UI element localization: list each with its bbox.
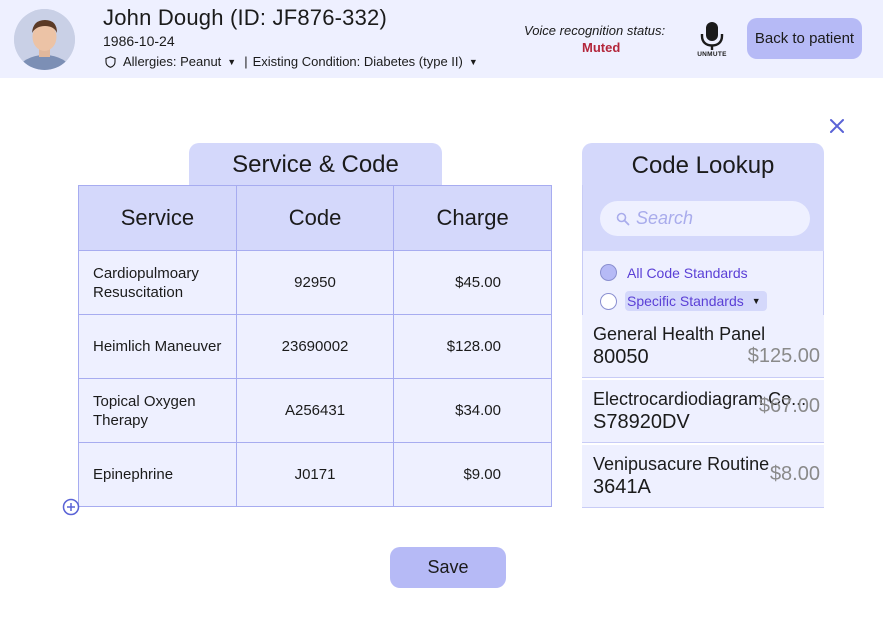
column-header-service: Service xyxy=(78,185,237,251)
shield-icon xyxy=(105,55,116,68)
patient-name: John Dough (ID: JF876-332) xyxy=(103,5,388,30)
back-to-patient-button[interactable]: Back to patient xyxy=(747,18,862,59)
result-code: 80050 xyxy=(593,346,649,368)
patient-header: John Dough (ID: JF876-332) 1986-10-24 Al… xyxy=(0,0,883,78)
code-lookup-title: Code Lookup xyxy=(582,143,824,186)
search-placeholder: Search xyxy=(636,208,694,228)
save-button[interactable]: Save xyxy=(390,547,506,588)
add-row-icon[interactable] xyxy=(62,498,80,516)
chevron-down-icon[interactable]: ▼ xyxy=(752,296,761,306)
voice-status-value: Muted xyxy=(582,40,621,55)
lookup-result[interactable]: Electrocardiodiagram Co... S78920DV $67.… xyxy=(582,380,824,443)
voice-status-label: Voice recognition status: xyxy=(524,23,666,38)
search-input[interactable]: Search xyxy=(600,201,810,236)
service-table: Service Code Charge Cardiopulmoary Resus… xyxy=(78,185,552,507)
service-cell[interactable]: Topical Oxygen Therapy xyxy=(78,378,237,443)
option-label[interactable]: All Code Standards xyxy=(627,265,748,281)
close-icon[interactable] xyxy=(828,117,846,135)
charge-cell[interactable]: $34.00 xyxy=(393,378,552,443)
option-all-code-standards[interactable]: All Code Standards xyxy=(600,264,748,281)
code-cell[interactable]: 92950 xyxy=(235,250,395,315)
table-row[interactable]: Topical Oxygen Therapy A256431 $34.00 xyxy=(78,378,552,443)
search-icon xyxy=(616,212,630,225)
result-price: $125.00 xyxy=(747,345,820,367)
option-label[interactable]: Specific Standards xyxy=(627,293,744,309)
service-cell[interactable]: Heimlich Maneuver xyxy=(78,314,237,379)
patient-avatar xyxy=(14,9,75,70)
charge-cell[interactable]: $45.00 xyxy=(393,250,552,315)
result-name: Venipusacure Routine xyxy=(593,454,770,474)
service-cell[interactable]: Cardiopulmoary Resuscitation xyxy=(78,250,237,315)
result-code: 3641A xyxy=(593,476,651,498)
result-price: $8.00 xyxy=(769,463,820,485)
patient-meta: Allergies: Peanut ▼ | Existing Condition… xyxy=(105,54,486,69)
column-header-code: Code xyxy=(235,185,395,251)
charge-cell[interactable]: $9.00 xyxy=(393,442,552,507)
option-specific-standards[interactable]: Specific Standards ▼ xyxy=(600,291,767,311)
search-area: Search xyxy=(583,185,824,251)
code-lookup-panel: Search All Code Standards Specific Stand… xyxy=(582,185,824,315)
result-price: $67.00 xyxy=(758,395,820,417)
radio-button[interactable] xyxy=(600,264,617,281)
lookup-result[interactable]: General Health Panel 80050 $125.00 xyxy=(582,315,824,378)
service-cell[interactable]: Epinephrine xyxy=(78,442,237,507)
service-code-title: Service & Code xyxy=(189,143,442,186)
unmute-label[interactable]: UNMUTE xyxy=(693,51,731,58)
chevron-down-icon[interactable]: ▼ xyxy=(469,57,478,67)
charge-cell[interactable]: $128.00 xyxy=(393,314,552,379)
result-code: S78920DV xyxy=(593,411,690,433)
table-header-row: Service Code Charge xyxy=(78,185,552,251)
code-cell[interactable]: A256431 xyxy=(235,378,395,443)
lookup-result[interactable]: Venipusacure Routine 3641A $8.00 xyxy=(582,445,824,508)
condition-dropdown[interactable]: Existing Condition: Diabetes (type II) xyxy=(253,54,463,69)
code-cell[interactable]: 23690002 xyxy=(235,314,395,379)
code-cell[interactable]: J0171 xyxy=(235,442,395,507)
allergies-dropdown[interactable]: Allergies: Peanut xyxy=(123,54,221,69)
specific-standards-dropdown[interactable]: Specific Standards ▼ xyxy=(625,291,767,311)
radio-button[interactable] xyxy=(600,292,617,310)
divider: | xyxy=(244,54,248,69)
chevron-down-icon[interactable]: ▼ xyxy=(227,57,236,67)
patient-dob: 1986-10-24 xyxy=(103,33,175,49)
column-header-charge: Charge xyxy=(393,185,552,251)
table-row[interactable]: Heimlich Maneuver 23690002 $128.00 xyxy=(78,314,552,379)
table-row[interactable]: Epinephrine J0171 $9.00 xyxy=(78,442,552,507)
result-name: General Health Panel xyxy=(593,324,766,344)
table-row[interactable]: Cardiopulmoary Resuscitation 92950 $45.0… xyxy=(78,250,552,315)
